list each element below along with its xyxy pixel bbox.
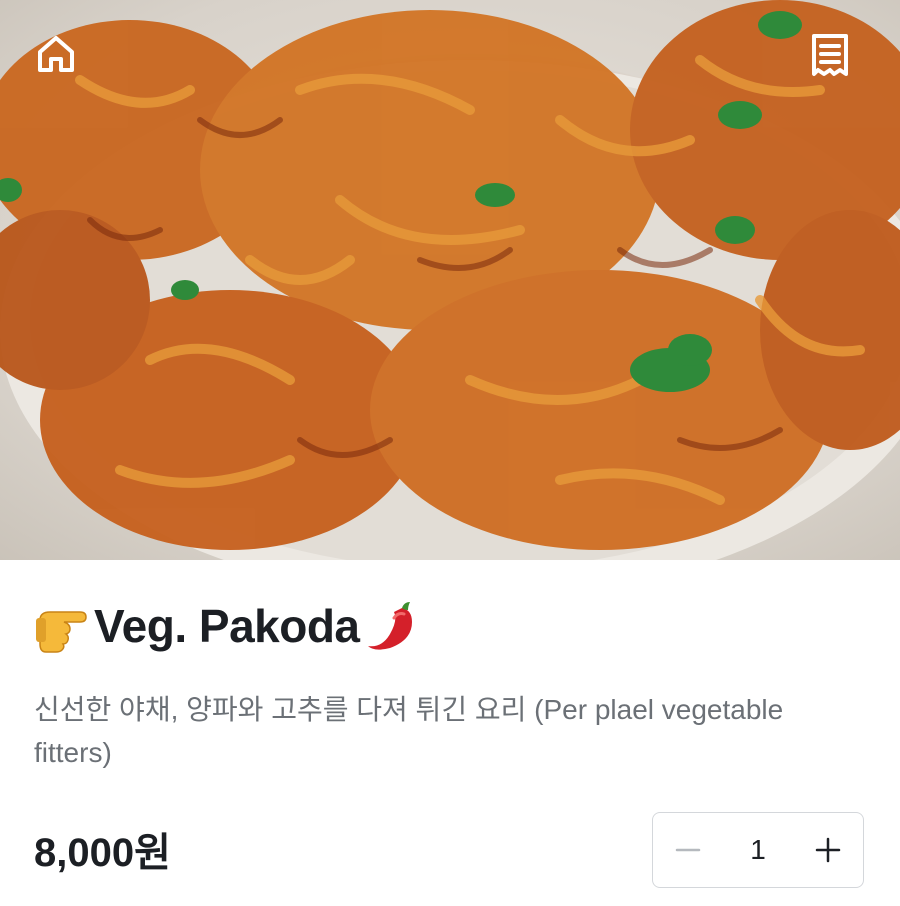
- receipt-icon: [812, 34, 848, 76]
- quantity-stepper: 1: [652, 812, 864, 888]
- decrement-button[interactable]: [653, 813, 723, 887]
- increment-button[interactable]: [793, 813, 863, 887]
- hero-image: [0, 0, 900, 560]
- chili-pepper-emoji: [367, 602, 412, 650]
- product-description: 신선한 야채, 양파와 고추를 다져 튀긴 요리 (Per plael vege…: [34, 694, 784, 768]
- pakoda-photo: [0, 0, 900, 560]
- minus-icon: [675, 848, 701, 852]
- quantity-value: 1: [750, 834, 766, 865]
- home-button[interactable]: [34, 32, 90, 88]
- pointing-hand-emoji: [36, 611, 87, 653]
- product-title: Veg. Pakoda: [34, 598, 420, 654]
- product-title-text: Veg. Pakoda: [94, 600, 360, 652]
- home-icon: [38, 36, 74, 72]
- product-price: 8,000원: [34, 831, 171, 875]
- plus-icon: [815, 837, 841, 863]
- receipt-button[interactable]: [808, 32, 864, 88]
